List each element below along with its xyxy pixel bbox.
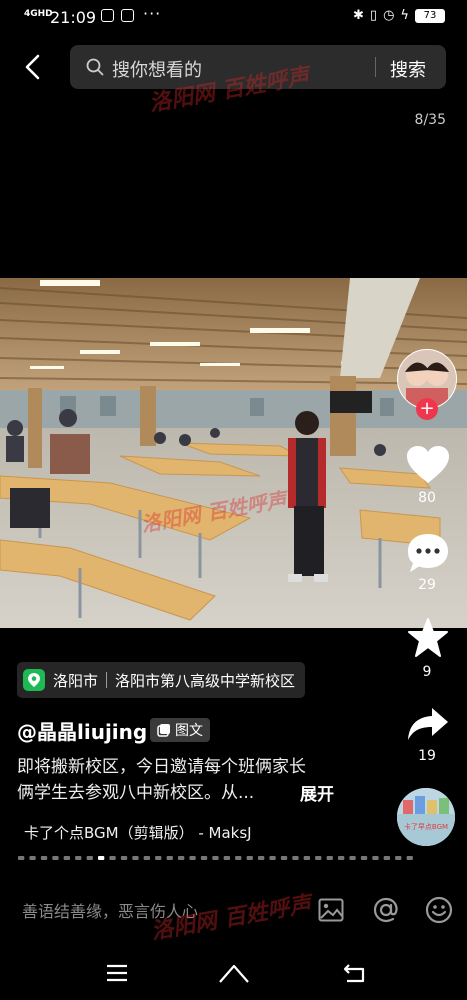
location-divider [106,672,108,688]
progress-dot [166,856,173,860]
location-pin-icon [23,669,45,691]
progress-dot [63,856,70,860]
progress-dot [406,856,413,860]
like-heart-icon[interactable] [406,445,450,485]
network-indicator: 4GHD [24,9,53,19]
follow-button[interactable]: + [416,398,438,420]
progress-dot [143,856,150,860]
location-place: 洛阳市第八高级中学新校区 [115,671,296,690]
progress-dot [189,856,196,860]
location-tag[interactable]: 洛阳市 洛阳市第八高级中学新校区 [17,662,306,698]
progress-dot [395,856,402,860]
post-type-badge: 图文 [150,718,210,742]
back-nav-icon[interactable] [343,963,367,983]
progress-dot [360,856,368,860]
progress-dot [200,856,208,860]
progress-dot [18,856,25,860]
progress-dot [178,856,185,860]
post-description: 即将搬新校区，今日邀请每个班俩家长 俩学生去参观八中新校区。从... [17,754,347,806]
comment-icon[interactable] [406,532,450,574]
vibrate-icon: ▯ [369,8,378,23]
progress-dot [246,856,253,860]
search-divider [375,57,376,77]
favorite-count: 9 [422,664,432,680]
progress-dot [52,856,59,860]
status-bar: 4GHD 21:09 ··· ✱ ▯ ◷ ϟ 73 [0,0,467,36]
progress-dot [98,856,105,860]
bluetooth-icon: ✱ [353,8,364,23]
image-counter: 8/35 [414,112,446,128]
progress-dot [120,856,128,860]
comment-count: 29 [418,577,436,593]
back-arrow-icon [25,54,40,80]
mention-icon[interactable] [372,896,400,924]
description-line-1: 即将搬新校区，今日邀请每个班俩家长 [17,757,306,777]
alarm-icon: ◷ [383,8,395,23]
share-icon[interactable] [406,706,450,742]
home-icon[interactable] [218,962,250,984]
progress-dot [155,856,162,860]
image-progress-indicator [18,856,413,860]
post-type-label: 图文 [175,723,203,739]
expand-button[interactable]: 展开 [300,780,334,805]
progress-dot [132,856,139,860]
battery-icon: 73 [415,8,445,23]
notification-icon [121,9,134,22]
music-disc-label: 卡了早点BGM [403,823,449,831]
progress-dot [40,856,48,860]
progress-dot [235,856,242,860]
system-nav-bar [0,950,467,1000]
progress-dot [315,856,322,860]
progress-dot [338,856,345,860]
image-picker-icon[interactable] [318,898,344,922]
music-title[interactable]: 卡了个点BGM（剪辑版） - MaksJ [24,822,252,843]
progress-dot [212,856,219,860]
search-icon [86,58,104,76]
like-count: 80 [418,490,436,506]
progress-dot [258,856,265,860]
menu-icon[interactable] [106,964,128,982]
emoji-icon[interactable] [425,896,453,924]
back-button[interactable] [18,52,48,82]
progress-dot [372,856,379,860]
search-button[interactable]: 搜索 [390,56,426,82]
progress-dot [292,856,299,860]
progress-dot [29,856,36,860]
location-city: 洛阳市 [53,671,99,690]
notification-icon [101,9,114,22]
share-count: 19 [418,748,436,764]
music-cover-image [397,788,455,846]
description-line-2: 俩学生去参观八中新校区。从... [17,783,255,803]
post-image[interactable] [0,278,467,628]
progress-dot [109,856,116,860]
status-time: 21:09 [50,8,97,27]
progress-dot [280,856,288,860]
progress-dot [383,856,390,860]
charging-icon: ϟ [400,8,409,23]
progress-dot [86,856,93,860]
status-right-icons: ✱ ▯ ◷ ϟ 73 [353,8,445,23]
progress-dot [75,856,82,860]
canteen-photo [0,278,467,628]
image-text-icon [157,724,170,737]
progress-dot [223,856,230,860]
progress-dot [269,856,276,860]
progress-dot [349,856,356,860]
music-disc[interactable]: 卡了早点BGM [397,788,455,846]
author-username[interactable]: @晶晶liujing [17,716,147,745]
progress-dot [326,856,333,860]
more-notifications-icon: ··· [143,4,162,23]
progress-dot [303,856,310,860]
favorite-star-icon[interactable] [407,618,449,658]
